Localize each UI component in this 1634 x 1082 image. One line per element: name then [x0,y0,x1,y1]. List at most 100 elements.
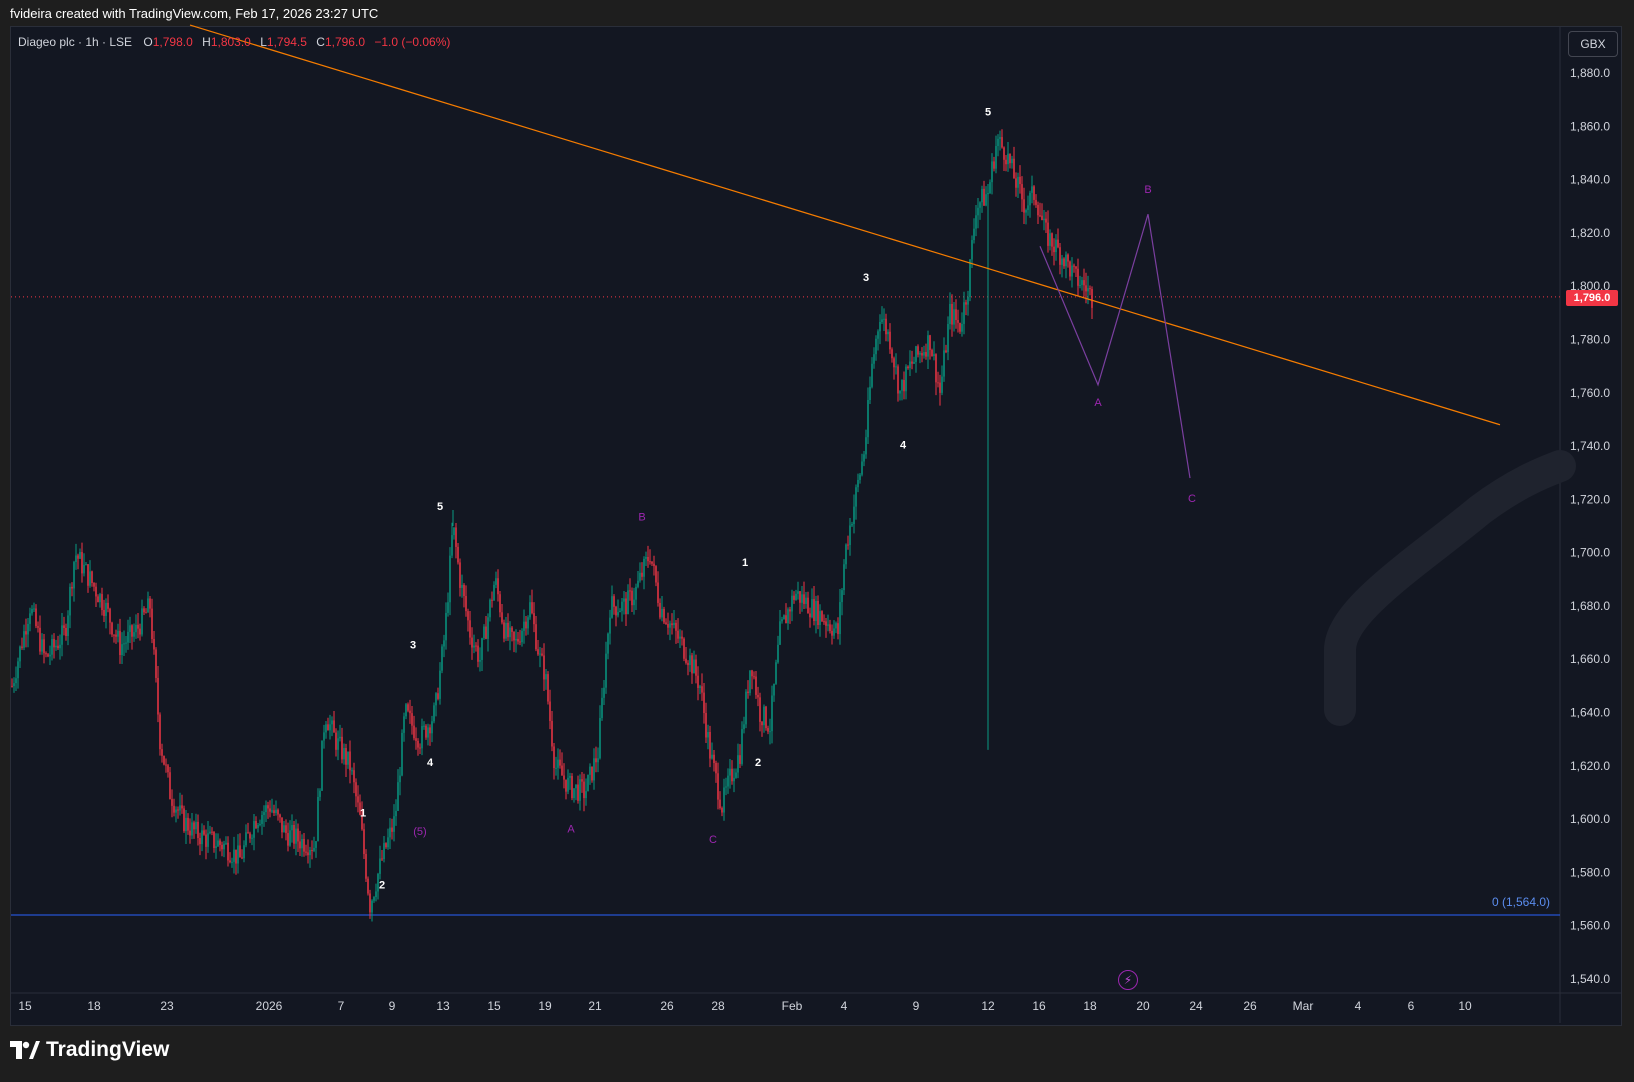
y-tick-label: 1,540.0 [1570,972,1610,986]
candle-body [941,376,943,393]
change-value: −1.0 (−0.06%) [374,35,451,49]
candle-body [239,845,241,858]
y-tick-label: 1,700.0 [1570,546,1610,560]
candle-body [1001,137,1003,148]
candle-body [193,822,195,830]
candle-body [587,774,589,792]
candle-body [195,821,197,830]
candle-body [1047,222,1049,246]
x-tick-label: Feb [782,999,803,1013]
x-tick-label: 18 [1083,999,1097,1013]
candle-body [355,782,357,797]
candle-body [1049,233,1051,246]
candle-body [955,309,957,321]
candle-body [325,724,327,733]
candle-body [853,506,855,524]
candle-body [717,773,719,800]
candle-body [85,564,87,566]
candle-body [795,593,797,600]
candle-body [469,620,471,638]
candle-body [1023,199,1025,213]
candle-body [765,706,767,729]
candle-body [461,584,463,588]
candle-body [199,837,201,845]
candle-body [125,642,127,644]
candle-body [77,555,79,559]
candle-body [299,841,301,849]
candle-body [1009,153,1011,164]
candle-body [123,643,125,645]
candle-body [219,840,221,845]
candle-body [437,693,439,699]
candle-body [1021,184,1023,200]
price-chart[interactable]: 1,880.01,860.01,840.01,820.01,800.01,780… [0,0,1634,1082]
candle-body [73,562,75,589]
candle-body [685,658,687,663]
candle-body [613,596,615,607]
candle-body [243,845,245,859]
candle-body [371,900,373,913]
candle-body [971,240,973,260]
x-tick-label: 9 [913,999,920,1013]
candle-body [233,849,235,862]
candle-body [721,808,723,813]
symbol-legend[interactable]: Diageo plc · 1h · LSE O1,798.0 H1,803.0 … [18,35,456,49]
candle-body [413,725,415,739]
trendline[interactable] [189,24,1501,426]
candle-body [509,627,511,638]
candle-body [419,747,421,749]
x-tick-label: 13 [436,999,450,1013]
candle-body [15,678,17,684]
candle-body [67,615,69,637]
candle-body [535,624,537,650]
candle-body [923,352,925,356]
candle-body [719,799,721,809]
tradingview-logo[interactable]: TradingView [10,1038,169,1062]
candle-body [671,623,673,626]
candle-body [525,621,527,629]
projection-abc-path[interactable] [1039,214,1191,479]
candle-body [357,796,359,803]
candle-body [913,361,915,364]
x-tick-label: 24 [1189,999,1203,1013]
candle-body [819,611,821,625]
wave-label: 2 [755,757,761,769]
candle-body [533,613,535,625]
candle-body [317,796,319,842]
candle-body [449,555,451,603]
candle-body [643,558,645,577]
candle-body [171,799,173,806]
candle-body [41,639,43,652]
candle-body [727,775,729,787]
candle-body [957,320,959,323]
flash-icon[interactable]: ⚡ [1118,970,1138,990]
x-tick-label: 10 [1458,999,1472,1013]
candle-body [709,731,711,759]
candle-body [497,578,499,595]
candle-body [265,805,267,813]
candle-body [257,824,259,829]
wave-label: A [1094,397,1102,409]
candle-body [905,366,907,392]
candle-body [45,653,47,655]
candle-body [221,844,223,850]
candle-body [263,812,265,815]
candle-body [771,695,773,732]
candle-body [157,677,159,715]
candle-body [447,602,449,613]
candle-body [585,791,587,799]
candle-body [1051,233,1053,247]
candle-body [353,770,355,783]
candle-body [815,600,817,621]
candle-body [1007,153,1009,165]
candle-body [615,606,617,616]
currency-button[interactable]: GBX [1568,31,1618,57]
candle-body [177,809,179,811]
candle-body [867,400,869,438]
candle-body [649,561,651,563]
candle-body [349,751,351,771]
candle-body [1015,178,1017,188]
candle-body [327,724,329,731]
candle-body [879,321,881,332]
candle-body [767,728,769,732]
